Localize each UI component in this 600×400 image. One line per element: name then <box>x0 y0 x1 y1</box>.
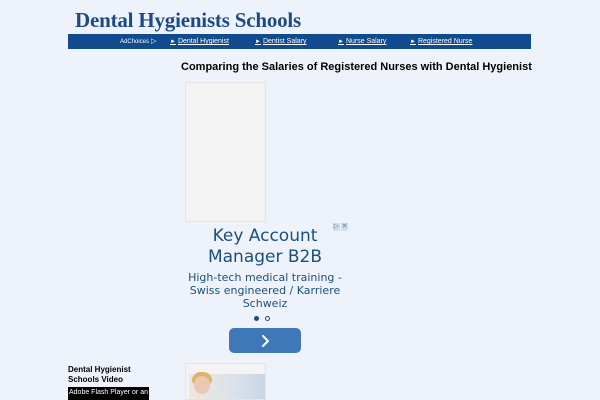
carousel-dot[interactable] <box>265 316 270 321</box>
nav-link-dentist-salary[interactable]: ► Dentist Salary <box>255 38 307 45</box>
nav-link-label: Nurse Salary <box>345 38 387 45</box>
thumbnail-face <box>194 376 210 394</box>
page-heading: Comparing the Salaries of Registered Nur… <box>181 61 532 73</box>
chevron-right-icon <box>262 334 269 347</box>
adchoices-text: AdChoices <box>120 39 150 45</box>
flash-player-notice[interactable]: Adobe Flash Player or an <box>68 387 149 400</box>
video-heading: Dental Hygienist Schools Video <box>68 365 131 384</box>
nav-link-label: Dentist Salary <box>262 38 307 45</box>
nav-link-dental-hygienist[interactable]: ► Dental Hygienist <box>170 38 229 45</box>
nav-link-nurse-salary[interactable]: ► Nurse Salary <box>338 38 386 45</box>
nav-link-label: Dental Hygienist <box>177 38 229 45</box>
ad-next-button[interactable] <box>229 328 301 353</box>
arrow-right-icon: ► <box>410 39 416 45</box>
site-title[interactable]: Dental Hygienists Schools <box>75 8 301 33</box>
nav-bar: AdChoices ▷ ► Dental Hygienist ► Dentist Sa… <box>68 34 531 49</box>
carousel-dot-active[interactable] <box>254 316 259 321</box>
nav-link-registered-nurse[interactable]: ► Registered Nurse <box>410 38 472 45</box>
ad-placeholder <box>185 82 266 222</box>
adchoices-label[interactable]: AdChoices ▷ <box>120 37 156 45</box>
ad-title[interactable]: Key Account Manager B2B <box>185 226 345 268</box>
arrow-right-icon: ► <box>338 39 344 45</box>
nav-link-label: Registered Nurse <box>417 38 473 45</box>
adchoices-icon: ▷ <box>151 38 157 45</box>
arrow-right-icon: ► <box>255 39 261 45</box>
carousel-dots <box>254 316 270 321</box>
video-thumbnail[interactable] <box>185 363 266 400</box>
arrow-right-icon: ► <box>170 39 176 45</box>
ad-description[interactable]: High-tech medical training - Swiss engin… <box>183 271 347 310</box>
